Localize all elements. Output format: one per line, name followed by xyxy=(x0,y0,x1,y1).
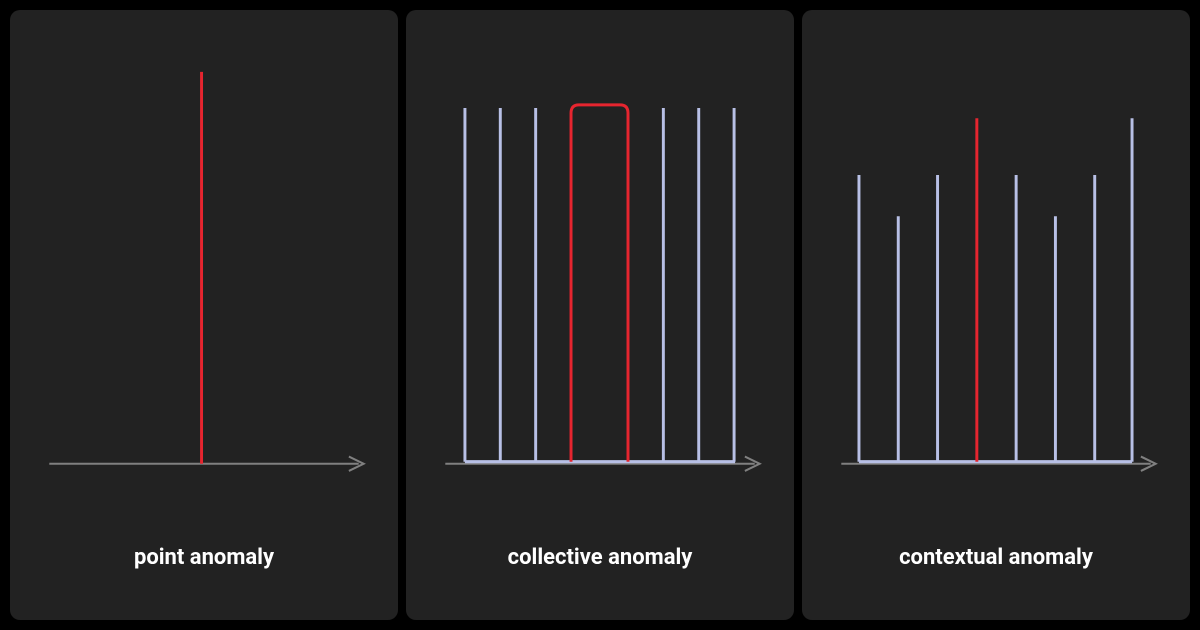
chart-svg-contextual xyxy=(802,10,1190,505)
chart-svg-point xyxy=(10,10,398,505)
anomaly-collective-shape xyxy=(571,105,628,462)
panel-point-anomaly: point anomaly xyxy=(10,10,398,620)
chart-point xyxy=(10,10,398,505)
caption-contextual: contextual anomaly xyxy=(899,545,1093,570)
caption-point: point anomaly xyxy=(134,545,274,570)
chart-collective xyxy=(406,10,794,505)
caption-collective: collective anomaly xyxy=(508,545,693,570)
chart-svg-collective xyxy=(406,10,794,505)
chart-contextual xyxy=(802,10,1190,505)
panel-contextual-anomaly: contextual anomaly xyxy=(802,10,1190,620)
panel-collective-anomaly: collective anomaly xyxy=(406,10,794,620)
